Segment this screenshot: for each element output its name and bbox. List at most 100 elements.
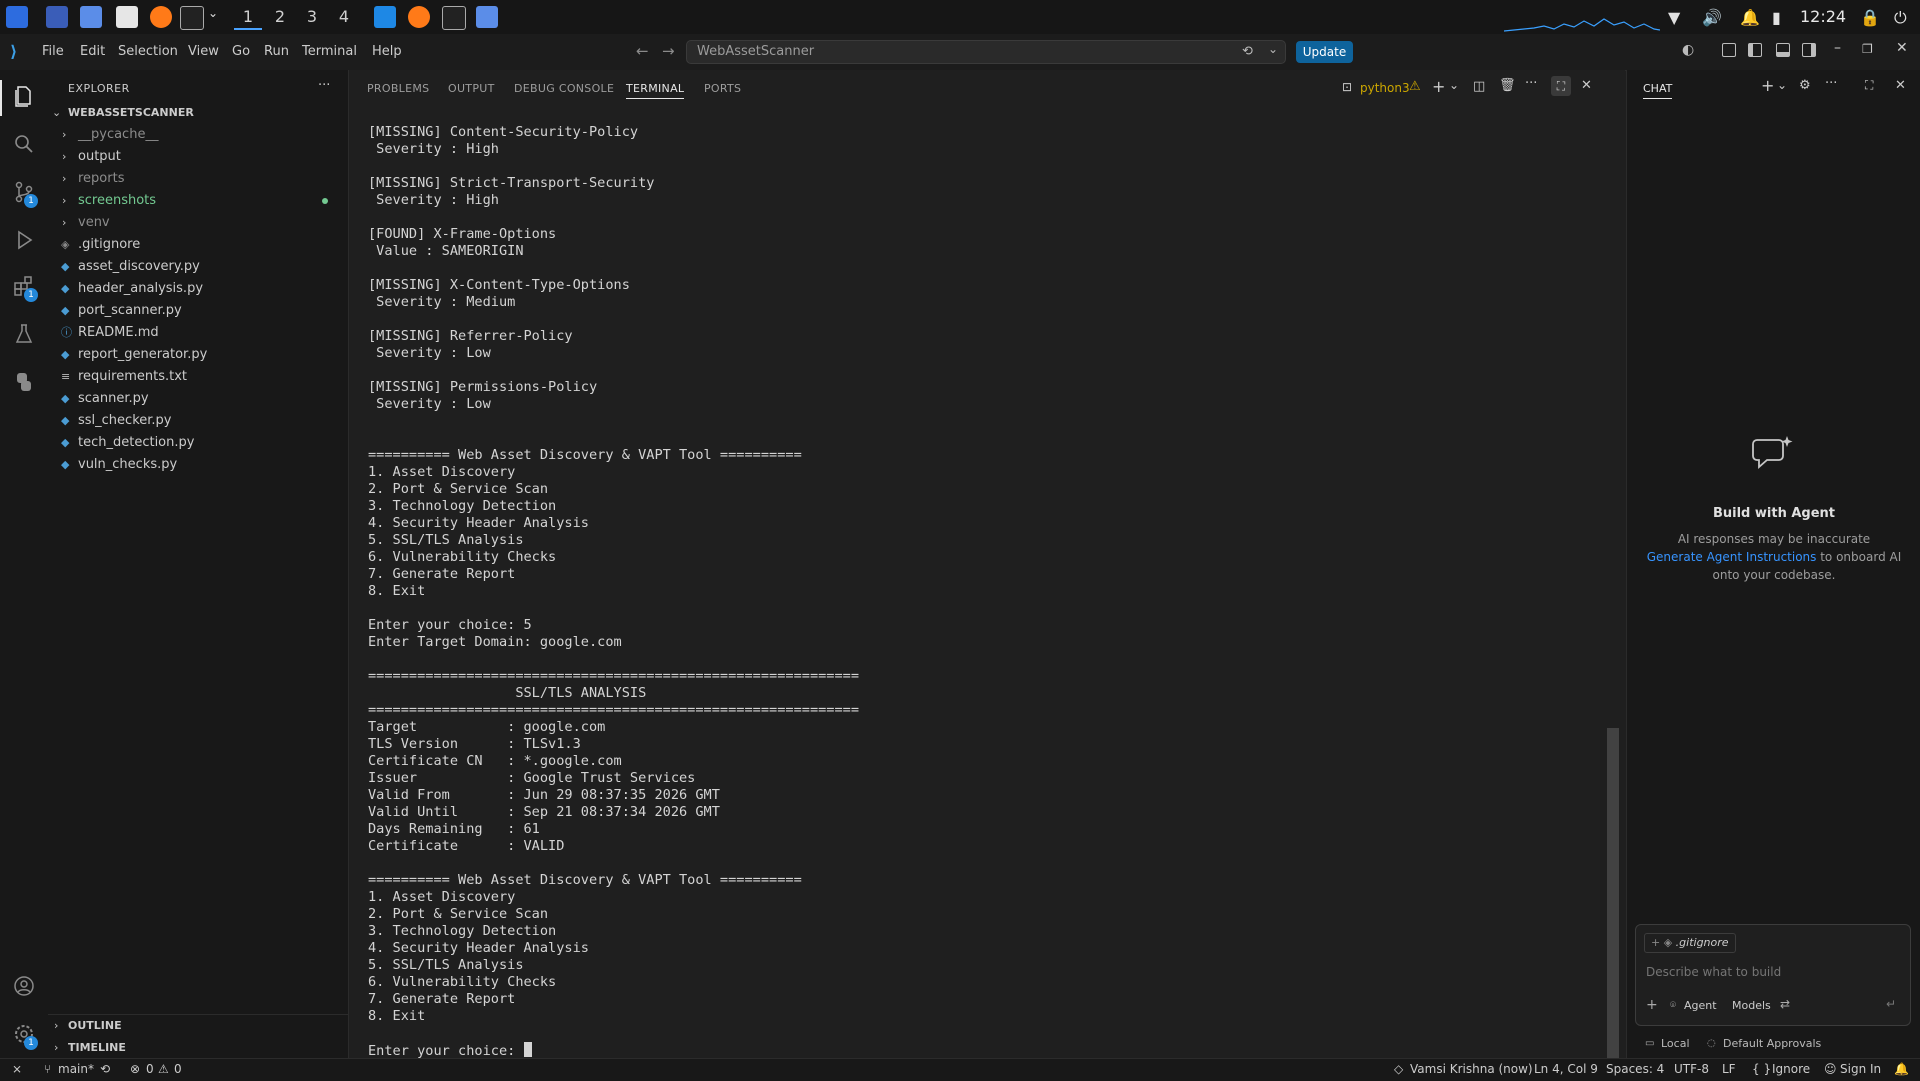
terminal-shell-label[interactable]: python3 [1360, 81, 1410, 95]
file-manager-icon[interactable] [80, 6, 102, 28]
end-of-line[interactable]: LF [1722, 1062, 1736, 1076]
firefox-icon[interactable] [150, 6, 172, 28]
tools-icon[interactable]: ⇄ [1780, 997, 1790, 1011]
tab-terminal[interactable]: TERMINAL [626, 82, 685, 99]
generate-instructions-link[interactable]: Generate Agent Instructions [1647, 550, 1817, 564]
timeline-section[interactable]: › TIMELINE [48, 1037, 348, 1059]
desktop-icon[interactable] [46, 6, 68, 28]
power-icon[interactable]: ⏻ [1894, 8, 1907, 28]
file-scanner[interactable]: ◆ scanner.py [48, 388, 348, 410]
chat-prompt-input[interactable] [1644, 961, 1904, 983]
command-center-search[interactable]: WebAssetScanner [686, 40, 1286, 64]
forward-arrow-icon[interactable]: → [662, 42, 675, 60]
models-button[interactable]: Models [1732, 999, 1771, 1012]
trash-icon[interactable]: 🗑 [1499, 78, 1516, 93]
chevron-down-icon[interactable]: ⌄ [1268, 42, 1278, 56]
folder-venv[interactable]: › venv [48, 212, 348, 234]
layout-icon[interactable] [1722, 43, 1736, 57]
file-report-generator[interactable]: ◆ report_generator.py [48, 344, 348, 366]
workspace-1[interactable]: 1 [234, 6, 262, 30]
file-ssl-checker[interactable]: ◆ ssl_checker.py [48, 410, 348, 432]
sign-in-button[interactable]: Sign In [1840, 1062, 1881, 1076]
tab-ports[interactable]: PORTS [704, 82, 741, 95]
terminal-icon[interactable] [180, 6, 204, 30]
restore-icon[interactable]: ❐ [1862, 42, 1873, 56]
document-viewer-icon[interactable] [116, 6, 138, 28]
send-icon[interactable]: ↵ [1886, 997, 1896, 1011]
tab-debug-console[interactable]: DEBUG CONSOLE [514, 82, 614, 95]
clock[interactable]: 12:24 [1800, 7, 1846, 26]
local-button[interactable]: Local [1661, 1037, 1690, 1050]
file-asset-discovery[interactable]: ◆ asset_discovery.py [48, 256, 348, 278]
more-actions-icon[interactable]: ··· [1525, 76, 1537, 91]
folder-taskbar-icon[interactable] [476, 6, 498, 28]
volume-icon[interactable]: 🔊 [1702, 8, 1722, 27]
wifi-icon[interactable]: ▼ [1668, 8, 1680, 27]
close-window-icon[interactable]: ✕ [1896, 40, 1908, 56]
new-chat-icon[interactable]: + [1761, 76, 1774, 95]
sync-icon[interactable]: ⟲ [100, 1062, 110, 1076]
account-icon[interactable] [12, 974, 36, 998]
workspace-4[interactable]: 4 [330, 6, 358, 28]
chat-title[interactable]: CHAT [1643, 82, 1673, 99]
more-actions-icon[interactable]: ··· [1825, 76, 1837, 91]
update-button[interactable]: Update [1296, 41, 1353, 63]
chevron-down-icon[interactable]: ⌄ [1449, 78, 1459, 92]
chevron-down-icon[interactable]: ⌄ [208, 6, 218, 20]
file-vuln-checks[interactable]: ◆ vuln_checks.py [48, 454, 348, 476]
tab-output[interactable]: OUTPUT [448, 82, 495, 95]
firefox-taskbar-icon[interactable] [408, 6, 430, 28]
language-mode[interactable]: Ignore [1772, 1062, 1810, 1076]
remote-icon[interactable]: ⨯ [12, 1062, 22, 1076]
folder-reports[interactable]: › reports [48, 168, 348, 190]
toggle-sidebar-icon[interactable] [1748, 43, 1762, 57]
terminal-scrollbar[interactable] [1607, 728, 1619, 1058]
terminal-taskbar-icon[interactable] [442, 6, 466, 30]
bell-icon[interactable]: 🔔 [1740, 8, 1760, 27]
folder-screenshots[interactable]: › screenshots [48, 190, 348, 212]
battery-icon[interactable]: ▮ [1772, 8, 1781, 27]
run-debug-icon[interactable] [12, 228, 36, 252]
split-terminal-icon[interactable]: ◫ [1473, 79, 1485, 94]
outline-section[interactable]: › OUTLINE [48, 1015, 348, 1037]
agent-mode-button[interactable]: Agent [1684, 999, 1717, 1012]
menu-run[interactable]: Run [264, 44, 289, 59]
git-blame-author[interactable]: Vamsi Krishna (now) [1410, 1062, 1533, 1076]
file-header-analysis[interactable]: ◆ header_analysis.py [48, 278, 348, 300]
file-gitignore[interactable]: ◈ .gitignore [48, 234, 348, 256]
indentation[interactable]: Spaces: 4 [1606, 1062, 1664, 1076]
vscode-taskbar-icon[interactable] [374, 6, 396, 28]
gear-icon[interactable]: ⚙ [1799, 78, 1811, 93]
testing-flask-icon[interactable] [12, 322, 36, 346]
app-launcher-icon[interactable] [6, 6, 28, 28]
cursor-position[interactable]: Ln 4, Col 9 [1534, 1062, 1598, 1076]
terminal-output[interactable]: [MISSING] Content-Security-Policy Severi… [368, 124, 859, 1060]
menu-view[interactable]: View [188, 44, 219, 59]
file-readme[interactable]: ⓘ README.md [48, 322, 348, 344]
menu-help[interactable]: Help [372, 44, 402, 59]
branch-name[interactable]: main* [58, 1062, 94, 1076]
python-icon[interactable] [12, 370, 36, 394]
lock-icon[interactable]: 🔒 [1860, 8, 1880, 27]
menu-file[interactable]: File [42, 44, 64, 59]
file-port-scanner[interactable]: ◆ port_scanner.py [48, 300, 348, 322]
maximize-icon[interactable]: ⛶ [1865, 78, 1873, 93]
menu-edit[interactable]: Edit [80, 44, 105, 59]
copilot-icon[interactable]: ◐ [1682, 42, 1694, 58]
file-tech-detection[interactable]: ◆ tech_detection.py [48, 432, 348, 454]
error-count[interactable]: 0 [146, 1062, 154, 1076]
workspace-2[interactable]: 2 [266, 6, 294, 28]
approvals-button[interactable]: Default Approvals [1723, 1037, 1821, 1050]
toggle-panel-icon[interactable] [1776, 43, 1790, 57]
more-actions-icon[interactable]: ··· [318, 78, 330, 93]
attach-icon[interactable]: + [1646, 997, 1658, 1013]
menu-go[interactable]: Go [232, 44, 250, 59]
notifications-bell-icon[interactable]: 🔔 [1894, 1062, 1909, 1076]
back-arrow-icon[interactable]: ← [636, 42, 649, 60]
menu-selection[interactable]: Selection [118, 44, 178, 59]
folder-pycache[interactable]: › __pycache__ [48, 124, 348, 146]
close-icon[interactable]: ✕ [1895, 78, 1906, 93]
close-panel-icon[interactable]: ✕ [1581, 78, 1592, 93]
maximize-panel-icon[interactable]: ⛶ [1551, 76, 1571, 96]
encoding[interactable]: UTF-8 [1674, 1062, 1709, 1076]
